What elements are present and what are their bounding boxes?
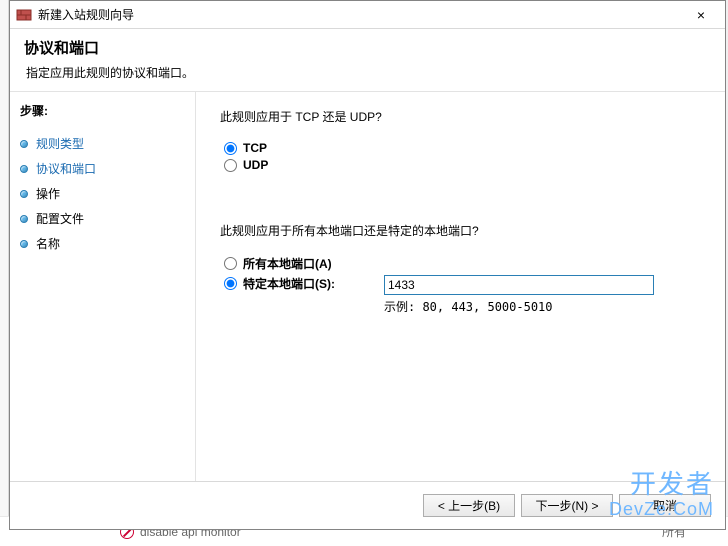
- protocol-question: 此规则应用于 TCP 还是 UDP?: [220, 108, 705, 125]
- bullet-icon: [20, 165, 28, 173]
- bullet-icon: [20, 140, 28, 148]
- firewall-icon: [16, 7, 32, 23]
- bullet-icon: [20, 240, 28, 248]
- next-button[interactable]: 下一步(N) >: [521, 494, 613, 517]
- wizard-header: 协议和端口 指定应用此规则的协议和端口。: [10, 29, 725, 92]
- titlebar: 新建入站规则向导 ×: [10, 1, 725, 29]
- step-label: 配置文件: [36, 210, 84, 227]
- specific-ports-row: 特定本地端口(S): 示例: 80, 443, 5000-5010: [224, 275, 705, 315]
- port-input[interactable]: [384, 275, 654, 295]
- bullet-icon: [20, 215, 28, 223]
- bullet-icon: [20, 190, 28, 198]
- step-protocol-port[interactable]: 协议和端口: [20, 156, 195, 181]
- radio-all-ports[interactable]: [224, 257, 237, 270]
- protocol-udp-row[interactable]: UDP: [224, 158, 705, 172]
- ports-question: 此规则应用于所有本地端口还是特定的本地端口?: [220, 222, 705, 239]
- radio-tcp[interactable]: [224, 142, 237, 155]
- page-title: 协议和端口: [24, 37, 711, 58]
- page-subtitle: 指定应用此规则的协议和端口。: [26, 64, 711, 81]
- radio-specific-ports-label: 特定本地端口(S):: [243, 275, 335, 292]
- step-rule-type[interactable]: 规则类型: [20, 131, 195, 156]
- wizard-window: 新建入站规则向导 × 协议和端口 指定应用此规则的协议和端口。 步骤: 规则类型…: [9, 0, 726, 530]
- radio-specific-ports[interactable]: [224, 277, 237, 290]
- radio-udp[interactable]: [224, 159, 237, 172]
- cancel-button[interactable]: 取消: [619, 494, 711, 517]
- protocol-tcp-row[interactable]: TCP: [224, 141, 705, 155]
- step-name: 名称: [20, 231, 195, 256]
- steps-heading: 步骤:: [20, 102, 195, 119]
- radio-tcp-label: TCP: [243, 141, 267, 155]
- step-label[interactable]: 规则类型: [36, 135, 84, 152]
- close-icon: ×: [697, 7, 705, 23]
- content-panel: 此规则应用于 TCP 还是 UDP? TCP UDP 此规则应用于所有本地端口还…: [195, 92, 725, 481]
- ports-section: 此规则应用于所有本地端口还是特定的本地端口? 所有本地端口(A) 特定本地端口(…: [220, 222, 705, 315]
- step-label[interactable]: 协议和端口: [36, 160, 96, 177]
- step-profile: 配置文件: [20, 206, 195, 231]
- wizard-footer: < 上一步(B) 下一步(N) > 取消: [10, 481, 725, 529]
- radio-udp-label: UDP: [243, 158, 268, 172]
- step-action: 操作: [20, 181, 195, 206]
- window-title: 新建入站规则向导: [38, 6, 681, 23]
- step-label: 名称: [36, 235, 60, 252]
- port-example: 示例: 80, 443, 5000-5010: [384, 298, 705, 315]
- step-label: 操作: [36, 185, 60, 202]
- parent-window-edge: [0, 0, 9, 546]
- all-ports-row[interactable]: 所有本地端口(A): [224, 255, 705, 272]
- radio-all-ports-label: 所有本地端口(A): [243, 255, 332, 272]
- back-button[interactable]: < 上一步(B): [423, 494, 515, 517]
- close-button[interactable]: ×: [681, 2, 721, 28]
- steps-sidebar: 步骤: 规则类型 协议和端口 操作 配置文件 名称: [10, 92, 195, 481]
- wizard-body: 步骤: 规则类型 协议和端口 操作 配置文件 名称 此规: [10, 92, 725, 481]
